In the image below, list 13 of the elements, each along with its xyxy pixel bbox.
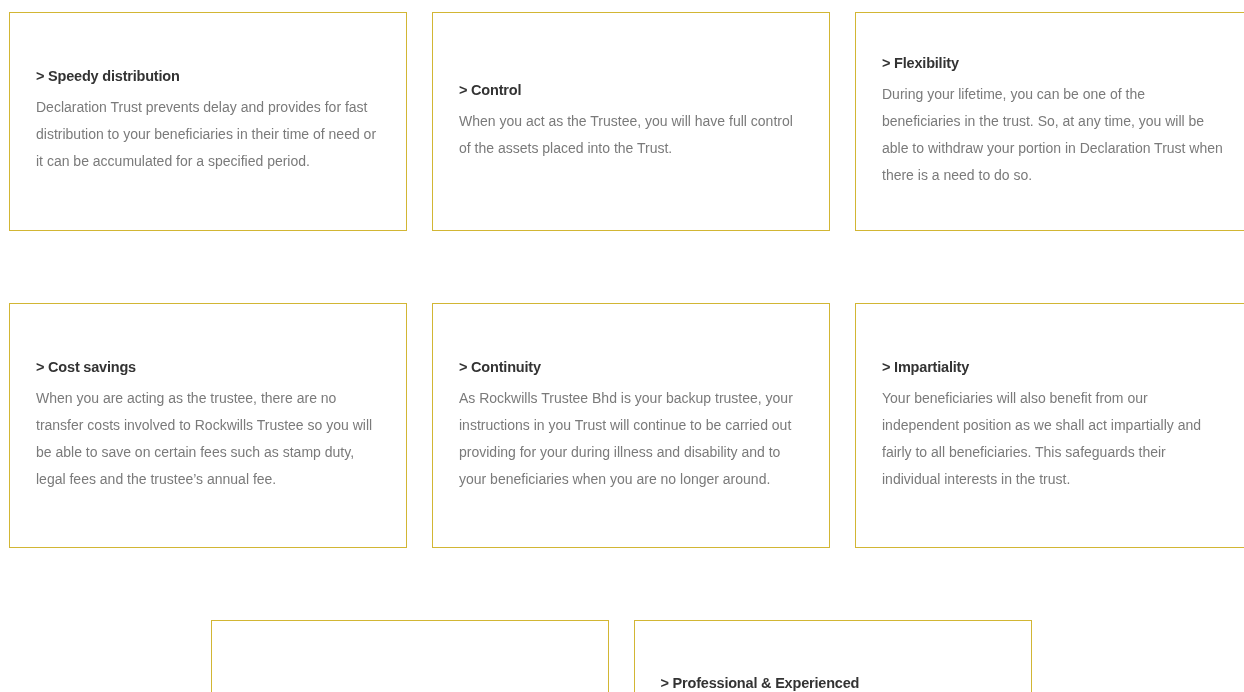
card-description: During your lifetime, you can be one of the beneficiaries in the trust. So, at any time, you will be able to withdraw your portion in Declaration Trust when there is a need to do so. bbox=[882, 84, 1224, 185]
card-title: > Professional & Experienced bbox=[660, 675, 861, 691]
card-title: > Cost savings bbox=[36, 358, 137, 375]
card-title: > Flexibility bbox=[882, 54, 960, 71]
card-title: > Continuity bbox=[459, 358, 542, 375]
card-title: > Control bbox=[459, 81, 523, 98]
card-description: Your beneficiaries will also benefit from our independent position as we shall act impartially and fairly to all beneficiaries. This safeguards their individual interests in the trust. bbox=[882, 388, 1203, 489]
card-title: > Speedy distribution bbox=[36, 68, 181, 84]
card-description: Declaration Trust prevents delay and provides for fast distribution to your beneficiaries in their time of need or it can be accumulated for a specified period. bbox=[36, 98, 378, 171]
card-description: When you are acting as the trustee, there are no transfer costs involved to Rockwills Trustee so you will be able to save on certain fees such as stamp duty, legal fees and the trustee’s annual fee. bbox=[36, 388, 374, 489]
card-description: As Rockwills Trustee Bhd is your backup trustee, your instructions in you Trust will continue to be carried out providing for your during illness and disability and to your beneficiaries when you are no longer around. bbox=[459, 388, 794, 489]
card-description: When you act as the Trustee, you will have full control of the assets placed into the Trust. bbox=[459, 111, 794, 158]
card-title: > Impartiality bbox=[882, 358, 971, 375]
